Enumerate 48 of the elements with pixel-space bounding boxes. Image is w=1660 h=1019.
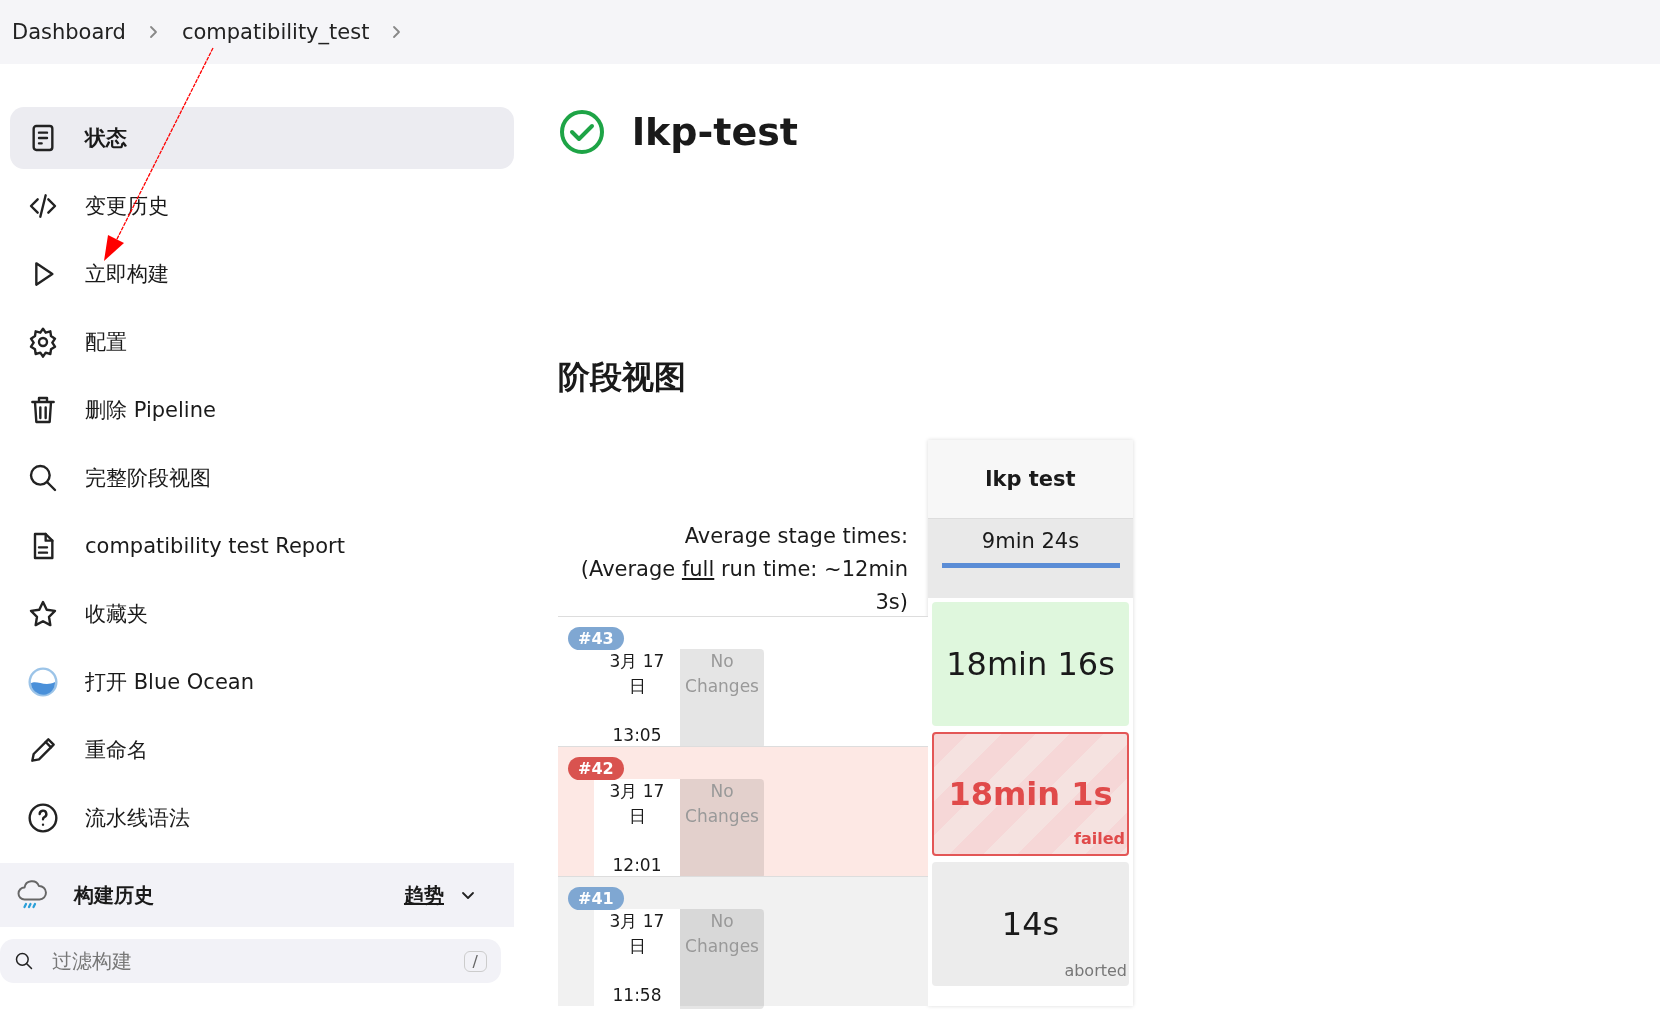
section-title: 阶段视图 xyxy=(558,357,687,398)
breadcrumb-link[interactable]: Dashboard xyxy=(12,20,126,44)
wave-circle-icon xyxy=(27,666,59,698)
sidebar-item[interactable]: 打开 Blue Ocean xyxy=(10,651,514,713)
sidebar-item[interactable]: 完整阶段视图 xyxy=(10,447,514,509)
chevron-right-icon xyxy=(147,24,160,40)
filter-input[interactable]: 过滤构建 xyxy=(50,948,448,974)
changes-label: No Changes xyxy=(680,649,764,749)
section-title: 构建历史 xyxy=(74,881,155,909)
average-run-time: (Average full run time: ~12min 3s) xyxy=(579,556,908,616)
stage-cell[interactable]: 18min 16s xyxy=(932,602,1129,726)
duration: 18min 16s xyxy=(946,645,1115,683)
job-title: lkp-test xyxy=(632,110,798,154)
build-number-badge[interactable]: #42 xyxy=(568,757,624,780)
build-time: 11:58 xyxy=(611,985,663,1005)
sidebar-item[interactable]: compatibility test Report xyxy=(10,515,514,577)
result-label: failed xyxy=(1073,829,1125,848)
stage-cell[interactable]: 14s aborted xyxy=(932,862,1129,986)
sidebar-item[interactable]: 删除 Pipeline xyxy=(10,379,514,441)
breadcrumb-link[interactable]: compatibility_test xyxy=(181,20,370,44)
changes-label: No Changes xyxy=(680,909,764,1009)
result-label: aborted xyxy=(1064,961,1127,980)
sidebar-item[interactable]: 重命名 xyxy=(10,719,514,781)
help-icon xyxy=(27,802,59,834)
build-date: 3月 17 日 xyxy=(609,780,665,828)
average-label: Average stage times: xyxy=(683,523,908,550)
build-time: 12:01 xyxy=(611,855,663,875)
average-time: 9min 24s xyxy=(981,529,1080,553)
search-icon xyxy=(14,951,34,971)
stage-header: lkp test xyxy=(928,440,1133,518)
build-date: 3月 17 日 xyxy=(609,650,665,698)
sidebar-item[interactable]: 流水线语法 xyxy=(10,787,514,849)
trend-link[interactable]: 趋势 xyxy=(404,881,444,909)
sidebar-item[interactable]: 立即构建 xyxy=(10,243,514,305)
duration: 18min 1s xyxy=(948,775,1113,813)
changes-label: No Changes xyxy=(680,779,764,879)
full-link[interactable]: full xyxy=(681,557,715,581)
sidebar-item[interactable]: 配置 xyxy=(10,311,514,373)
duration: 14s xyxy=(1001,905,1060,943)
sidebar-item[interactable]: 变更历史 xyxy=(10,175,514,237)
filter-field[interactable]: 过滤构建 / xyxy=(0,939,501,983)
build-time: 13:05 xyxy=(611,725,663,745)
sidebar-item[interactable]: 收藏夹 xyxy=(10,583,514,645)
shortcut-key: / xyxy=(463,950,487,972)
settings-icon xyxy=(27,326,59,358)
search-icon xyxy=(27,462,59,494)
build-date: 3月 17 日 xyxy=(609,910,665,958)
sidebar-item[interactable]: 状态 xyxy=(10,107,514,169)
